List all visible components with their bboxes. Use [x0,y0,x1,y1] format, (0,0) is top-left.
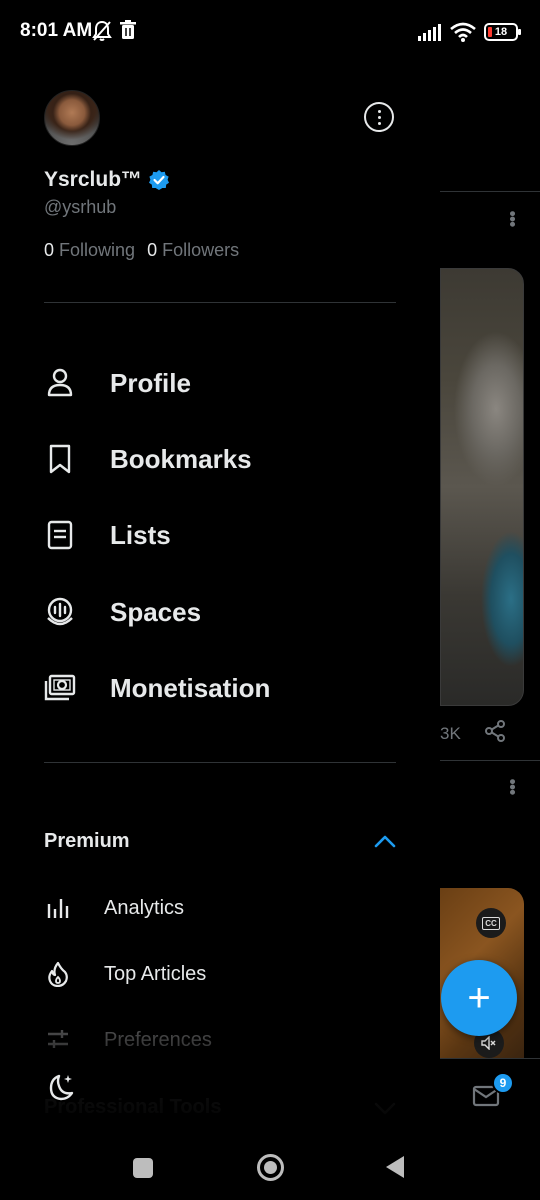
back-button[interactable] [386,1156,404,1178]
spaces-mic-icon [44,596,76,628]
followers-link[interactable]: 0 Followers [147,240,239,261]
post-views-count: 3K [440,724,461,743]
followers-count: 0 [147,240,158,260]
menu-label: Monetisation [110,672,271,703]
captions-icon: CC [476,908,506,938]
status-time: 8:01 AM [20,20,93,41]
following-count: 0 [44,240,55,260]
bookmark-icon [44,443,76,475]
divider [44,762,396,763]
post-media [440,268,524,706]
following-label: Following [59,240,136,260]
wifi-icon [450,22,476,42]
more-dot [377,109,381,113]
person-icon [44,367,76,399]
home-button[interactable] [257,1154,284,1181]
plus-icon: + [467,976,491,1020]
menu-label: Bookmarks [110,443,252,474]
messages-badge: 9 [492,1072,514,1094]
sliders-icon [44,1026,72,1054]
sub-item-label: Top Articles [104,962,207,985]
premium-section-toggle[interactable]: Premium [44,826,396,856]
sub-item-top-articles[interactable]: Top Articles [44,956,404,992]
battery-level: 18 [494,26,508,38]
sub-item-label: Preferences [104,1028,212,1051]
navigation-drawer: Ysrclub™ @ysrhub 0 Following 0 Followers… [0,64,440,1136]
timeline-tabs [440,128,540,192]
post-more-icon: ••• [502,210,523,227]
profile-handle: @ysrhub [44,197,117,217]
divider [44,302,396,303]
menu-label: Profile [110,367,191,398]
money-icon [44,672,76,704]
battery-icon: 18 [484,23,521,41]
display-name: Ysrclub™ [44,168,143,191]
premium-label: Premium [44,829,130,852]
trash-icon [120,20,136,39]
status-bar: 8:01 AM 18 [0,0,540,64]
verified-badge-icon [149,170,170,190]
menu-label: Lists [110,519,171,550]
sub-item-label: Analytics [104,896,185,919]
flame-icon [44,960,72,988]
list-icon [44,519,76,551]
followers-label: Followers [162,240,240,260]
menu-item-profile[interactable]: Profile [44,358,404,408]
menu-item-spaces[interactable]: Spaces [44,587,404,637]
chevron-down-icon [374,1102,396,1114]
following-link[interactable]: 0 Following [44,240,135,261]
sub-item-preferences[interactable]: Preferences [44,1022,404,1058]
avatar[interactable] [44,90,100,146]
menu-label: Spaces [110,596,202,627]
bar-chart-icon [44,894,72,922]
share-icon [485,720,505,742]
background-timeline: ••• 3K ••• CC + 9 [440,64,540,1136]
more-options-button[interactable] [364,102,394,132]
follow-stats: 0 Following 0 Followers [44,240,239,261]
profile-name-row[interactable]: Ysrclub™ [44,168,170,192]
compose-button[interactable]: + [441,960,517,1036]
sub-item-analytics[interactable]: Analytics [44,890,404,926]
muted-bell-icon [92,20,112,41]
menu-item-monetisation[interactable]: Monetisation [44,663,404,713]
signal-icon [418,24,441,41]
system-navigation-bar [0,1136,540,1200]
recent-apps-button[interactable] [133,1158,153,1178]
moon-icon[interactable] [44,1072,76,1104]
post-more-icon: ••• [502,778,523,795]
chevron-up-icon [374,835,396,848]
menu-item-lists[interactable]: Lists [44,510,404,560]
menu-item-bookmarks[interactable]: Bookmarks [44,434,404,484]
professional-tools-toggle[interactable]: Professional Tools [44,1096,396,1119]
